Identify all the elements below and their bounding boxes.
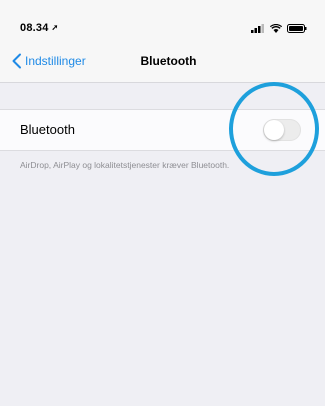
bluetooth-row-label: Bluetooth — [20, 122, 75, 137]
bluetooth-toggle[interactable] — [263, 119, 301, 141]
status-time-text: 08.34 — [20, 22, 49, 34]
page-title: Bluetooth — [140, 54, 197, 68]
navigation-bar: Indstillinger Bluetooth — [0, 40, 325, 83]
battery-icon — [287, 23, 307, 33]
toggle-knob — [264, 120, 284, 140]
bluetooth-footer-text: AirDrop, AirPlay og lokalitetstjenester … — [20, 160, 230, 170]
location-arrow-icon: ➚ — [51, 23, 59, 32]
status-time: 08.34 ➚ — [20, 22, 58, 34]
status-bar: 08.34 ➚ — [0, 0, 325, 40]
status-icons — [251, 22, 307, 34]
wifi-icon — [270, 23, 282, 33]
bluetooth-row: Bluetooth — [0, 109, 325, 151]
cellular-signal-icon — [251, 23, 264, 33]
